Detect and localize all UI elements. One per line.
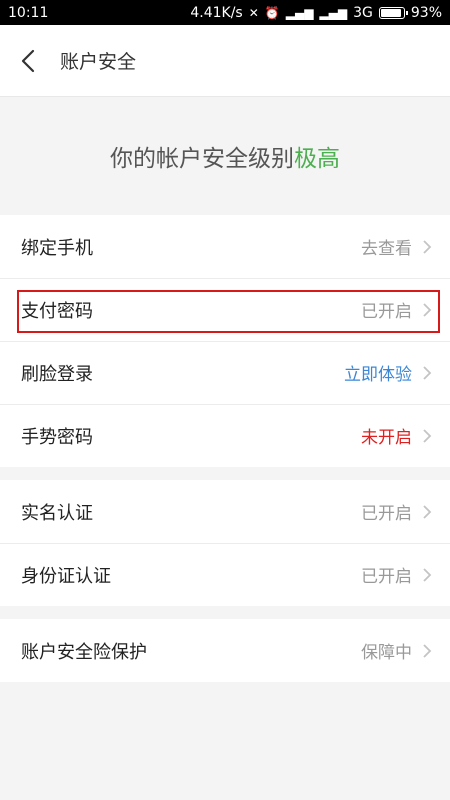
battery-percent: 93% [410,4,442,21]
chevron-right-icon [423,643,432,658]
chevron-right-icon [423,239,432,254]
row-real-name[interactable]: 实名认证 已开启 [0,480,450,543]
row-label: 支付密码 [21,300,93,322]
row-face-login[interactable]: 刷脸登录 立即体验 [0,341,450,404]
status-time: 10:11 [8,4,49,21]
row-insurance[interactable]: 账户安全险保护 保障中 [0,619,450,682]
signal-icon: ▂▄▆ [285,5,314,20]
chevron-left-icon [21,49,35,72]
row-right: 已开启 [361,499,432,524]
row-payment-password[interactable]: 支付密码 已开启 [0,278,450,341]
row-right: 未开启 [361,423,432,448]
nav-bar: 账户安全 [0,25,450,97]
row-label: 绑定手机 [21,237,93,259]
alarm-icon: ⏰ [264,5,280,20]
row-label: 手势密码 [21,426,93,448]
chevron-right-icon [423,428,432,443]
row-right: 已开启 [361,562,432,587]
row-label: 刷脸登录 [21,363,93,385]
chevron-right-icon [423,504,432,519]
security-level-banner: 你的帐户安全级别 极高 [0,97,450,215]
security-level-value: 极高 [294,146,340,172]
row-label: 身份证认证 [21,565,111,587]
settings-group-3: 账户安全险保护 保障中 [0,619,450,682]
row-label: 账户安全险保护 [21,641,147,663]
row-status: 已开启 [361,302,412,322]
row-id-card[interactable]: 身份证认证 已开启 [0,543,450,606]
network-speed: 4.41K/s [190,4,243,21]
chevron-right-icon [423,302,432,317]
row-label: 实名认证 [21,502,93,524]
row-gesture-password[interactable]: 手势密码 未开启 [0,404,450,467]
row-status: 已开启 [361,567,412,587]
row-status: 保障中 [361,643,412,663]
row-right: 去查看 [361,234,432,259]
chevron-right-icon [423,365,432,380]
sync-off-icon: ✕ [248,5,259,20]
row-right: 立即体验 [344,360,432,385]
row-status: 去查看 [361,239,412,259]
status-right: 4.41K/s ✕ ⏰ ▂▄▆ ▂▄▆ 3G 93% [190,5,442,21]
status-bar: 10:11 4.41K/s ✕ ⏰ ▂▄▆ ▂▄▆ 3G 93% [0,0,450,25]
signal-icon-2: ▂▄▆ [319,5,348,20]
back-button[interactable] [14,47,42,75]
settings-group-1: 绑定手机 去查看 支付密码 已开启 刷脸登录 立即体验 手势密码 未开启 [0,215,450,467]
row-right: 保障中 [361,638,432,663]
settings-group-2: 实名认证 已开启 身份证认证 已开启 [0,480,450,606]
row-status: 未开启 [361,428,412,448]
row-right: 已开启 [361,297,432,322]
page-title: 账户安全 [60,51,137,73]
chevron-right-icon [423,567,432,582]
row-bind-phone[interactable]: 绑定手机 去查看 [0,215,450,278]
row-status: 已开启 [361,504,412,524]
row-status: 立即体验 [344,365,412,385]
security-level-text: 你的帐户安全级别 [110,146,294,172]
battery-icon [378,6,408,19]
network-type: 3G [353,4,373,21]
